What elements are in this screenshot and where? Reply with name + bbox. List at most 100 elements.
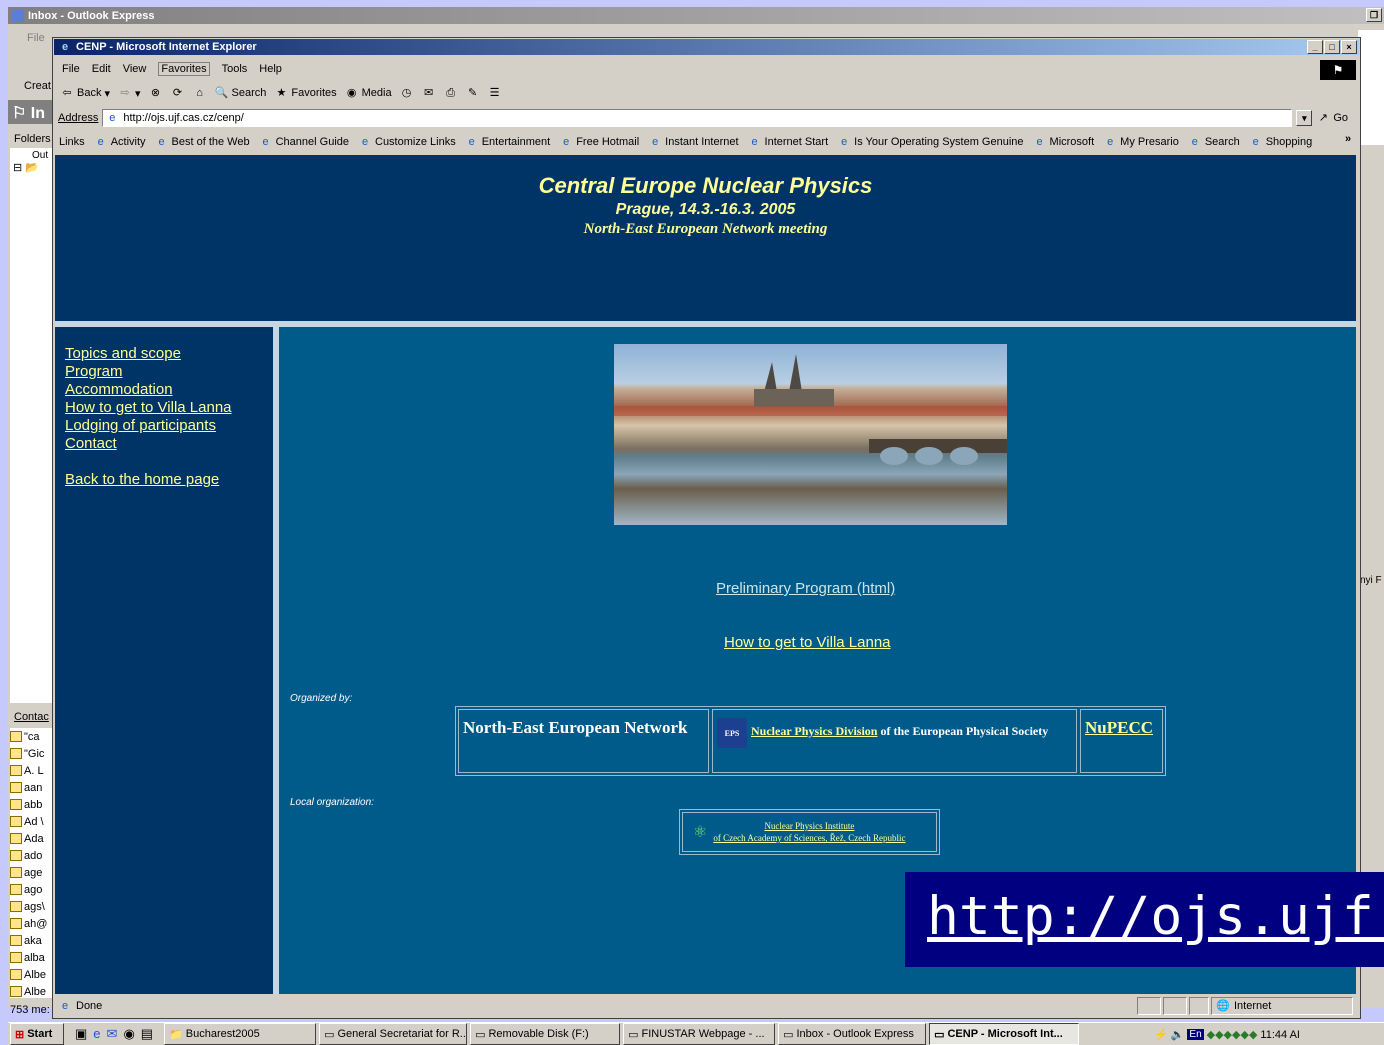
nupecc-link[interactable]: NuPECC bbox=[1085, 718, 1153, 737]
link-microsoft[interactable]: e Microsoft bbox=[1033, 135, 1094, 149]
show-desktop-icon[interactable]: ▤ bbox=[141, 1026, 153, 1042]
refresh-icon[interactable]: ⟳ bbox=[171, 86, 185, 100]
menu-file[interactable]: File bbox=[62, 63, 80, 75]
menu-tools[interactable]: Tools bbox=[222, 63, 248, 75]
desktop-icon[interactable]: ▣ bbox=[75, 1026, 87, 1042]
taskbar-task-1[interactable]: 📁 Bucharest2005 bbox=[164, 1023, 317, 1045]
search-button[interactable]: 🔍 Search bbox=[215, 86, 267, 100]
link-internet-start[interactable]: e Internet Start bbox=[748, 135, 828, 149]
npi-link-1[interactable]: Nuclear Physics Institute bbox=[713, 820, 905, 832]
link-search[interactable]: e Search bbox=[1188, 135, 1240, 149]
go-button[interactable]: ↗ Go bbox=[1316, 111, 1348, 125]
tray-network-icon[interactable]: ⚡ bbox=[1154, 1028, 1168, 1041]
link-instant-internet[interactable]: e Instant Internet bbox=[648, 135, 738, 149]
address-dropdown[interactable]: ▾ bbox=[1296, 110, 1313, 126]
link-is-your-operating-system-genuine[interactable]: e Is Your Operating System Genuine bbox=[837, 135, 1023, 149]
stop-icon[interactable]: ⊗ bbox=[149, 86, 163, 100]
home-icon[interactable]: ⌂ bbox=[193, 86, 207, 100]
npi-link-2[interactable]: of Czech Academy of Sciences, Řež, Czech… bbox=[713, 832, 905, 844]
outlook-menu-file[interactable]: File bbox=[27, 32, 45, 44]
menu-edit[interactable]: Edit bbox=[92, 63, 111, 75]
history-icon[interactable]: ◷ bbox=[400, 86, 414, 100]
outlook-titlebar[interactable]: Inbox - Outlook Express ❐ bbox=[8, 7, 1384, 24]
menu-favorites[interactable]: Favorites bbox=[158, 62, 210, 76]
tray-volume-icon[interactable]: 🔈 bbox=[1171, 1028, 1185, 1041]
contact-item[interactable]: Ada bbox=[10, 830, 54, 847]
link-customize-links[interactable]: e Customize Links bbox=[358, 135, 456, 149]
contact-item[interactable]: A. L bbox=[10, 762, 54, 779]
close-button[interactable]: × bbox=[1341, 40, 1357, 54]
edit-icon[interactable]: ✎ bbox=[466, 86, 480, 100]
link-channel-guide[interactable]: e Channel Guide bbox=[259, 135, 349, 149]
link-shopping[interactable]: e Shopping bbox=[1249, 135, 1313, 149]
outlook-quick-icon[interactable]: ✉ bbox=[107, 1026, 118, 1042]
links-overflow-icon[interactable]: » bbox=[1345, 133, 1351, 145]
print-icon[interactable]: ⎙ bbox=[444, 86, 458, 100]
outlook-status: 753 me: bbox=[10, 1004, 50, 1016]
link-best-of-the-web[interactable]: e Best of the Web bbox=[155, 135, 249, 149]
start-button[interactable]: ⊞ Start bbox=[10, 1023, 64, 1045]
contact-item[interactable]: Ad \ bbox=[10, 813, 54, 830]
outlook-contacts-label[interactable]: Contac bbox=[14, 711, 49, 723]
contact-item[interactable]: ado bbox=[10, 847, 54, 864]
minimize-button[interactable]: _ bbox=[1307, 40, 1323, 54]
contact-item[interactable]: ago bbox=[10, 881, 54, 898]
taskbar-task-2[interactable]: ▭ General Secretariat for R... bbox=[319, 1023, 468, 1045]
contact-item[interactable]: abb bbox=[10, 796, 54, 813]
nav-link-lodging-of-participants[interactable]: Lodging of participants bbox=[65, 417, 273, 435]
outlook-contacts-list[interactable]: "ca "Gic A. L aan abb Ad \ Ada ado age ago ags\ ah@… bbox=[10, 728, 54, 998]
nav-link-accommodation[interactable]: Accommodation bbox=[65, 381, 273, 399]
link-activity[interactable]: e Activity bbox=[94, 135, 146, 149]
contact-item[interactable]: "Gic bbox=[10, 745, 54, 762]
language-indicator[interactable]: En bbox=[1187, 1029, 1204, 1040]
contact-item[interactable]: Albe bbox=[10, 966, 54, 983]
nav-link-program[interactable]: Program bbox=[65, 363, 273, 381]
link-free-hotmail[interactable]: e Free Hotmail bbox=[559, 135, 639, 149]
address-input[interactable]: e http://ojs.ujf.cas.cz/cenp/ bbox=[102, 109, 1293, 127]
media-button[interactable]: ◉ Media bbox=[345, 86, 392, 100]
preliminary-program-link[interactable]: Preliminary Program (html) bbox=[716, 580, 895, 597]
npd-link[interactable]: Nuclear Physics Division bbox=[751, 724, 877, 738]
taskbar-task-3[interactable]: ▭ Removable Disk (F:) bbox=[470, 1023, 621, 1045]
outlook-restore-button[interactable]: ❐ bbox=[1366, 8, 1382, 22]
outlook-create-button[interactable]: Creat bbox=[24, 80, 51, 92]
contact-item[interactable]: aka bbox=[10, 932, 54, 949]
forward-button[interactable]: ⇨ ▾ bbox=[118, 86, 140, 100]
url-overlay-text[interactable]: http://ojs.ujf.c bbox=[927, 886, 1384, 947]
menu-view[interactable]: View bbox=[123, 63, 147, 75]
media-player-icon[interactable]: ◉ bbox=[123, 1026, 134, 1042]
nav-link-contact[interactable]: Contact bbox=[65, 435, 273, 453]
link-my-presario[interactable]: e My Presario bbox=[1103, 135, 1179, 149]
npi-box: ⚛ Nuclear Physics Institute of Czech Aca… bbox=[679, 809, 940, 855]
link-entertainment[interactable]: e Entertainment bbox=[465, 135, 551, 149]
media-icon: ◉ bbox=[346, 87, 357, 99]
contact-item[interactable]: alba bbox=[10, 949, 54, 966]
taskbar-task-6[interactable]: ▭ CENP - Microsoft Int... bbox=[929, 1023, 1080, 1045]
task-label: General Secretariat for R... bbox=[337, 1028, 468, 1040]
contact-item[interactable]: ah@ bbox=[10, 915, 54, 932]
outlook-folder-tree[interactable]: Out ⊟ 📂 bbox=[10, 148, 54, 703]
menu-help[interactable]: Help bbox=[259, 63, 282, 75]
back-button[interactable]: ⇦ Back ▾ bbox=[60, 86, 110, 100]
contact-item[interactable]: Albe bbox=[10, 983, 54, 1000]
folder-item-outbox[interactable]: Out bbox=[10, 148, 54, 161]
nav-link-topics-and-scope[interactable]: Topics and scope bbox=[65, 345, 273, 363]
ie-quick-icon[interactable]: e bbox=[93, 1026, 100, 1042]
org-nee-network: North-East European Network bbox=[458, 709, 709, 773]
tray-app-icons[interactable]: ◆◆◆◆◆◆ bbox=[1207, 1028, 1258, 1041]
taskbar-task-4[interactable]: ▭ FINUSTAR Webpage - ... bbox=[623, 1023, 776, 1045]
back-home-link[interactable]: Back to the home page bbox=[65, 471, 273, 489]
contact-item[interactable]: aan bbox=[10, 779, 54, 796]
contact-item[interactable]: "ca bbox=[10, 728, 54, 745]
maximize-button[interactable]: □ bbox=[1324, 40, 1340, 54]
mail-icon[interactable]: ✉ bbox=[422, 86, 436, 100]
contact-item[interactable]: age bbox=[10, 864, 54, 881]
folder-tree-expand-icon[interactable]: ⊟ 📂 bbox=[10, 161, 54, 174]
discuss-icon[interactable]: ☰ bbox=[488, 86, 502, 100]
contact-item[interactable]: ags\ bbox=[10, 898, 54, 915]
villa-lanna-link[interactable]: How to get to Villa Lanna bbox=[724, 634, 891, 651]
taskbar-task-5[interactable]: ▭ Inbox - Outlook Express bbox=[778, 1023, 927, 1045]
favorites-button[interactable]: ★ Favorites bbox=[274, 86, 336, 100]
nav-link-how-to-get-to-villa-lanna[interactable]: How to get to Villa Lanna bbox=[65, 399, 273, 417]
ie-titlebar[interactable]: e CENP - Microsoft Internet Explorer _ □… bbox=[54, 39, 1359, 55]
